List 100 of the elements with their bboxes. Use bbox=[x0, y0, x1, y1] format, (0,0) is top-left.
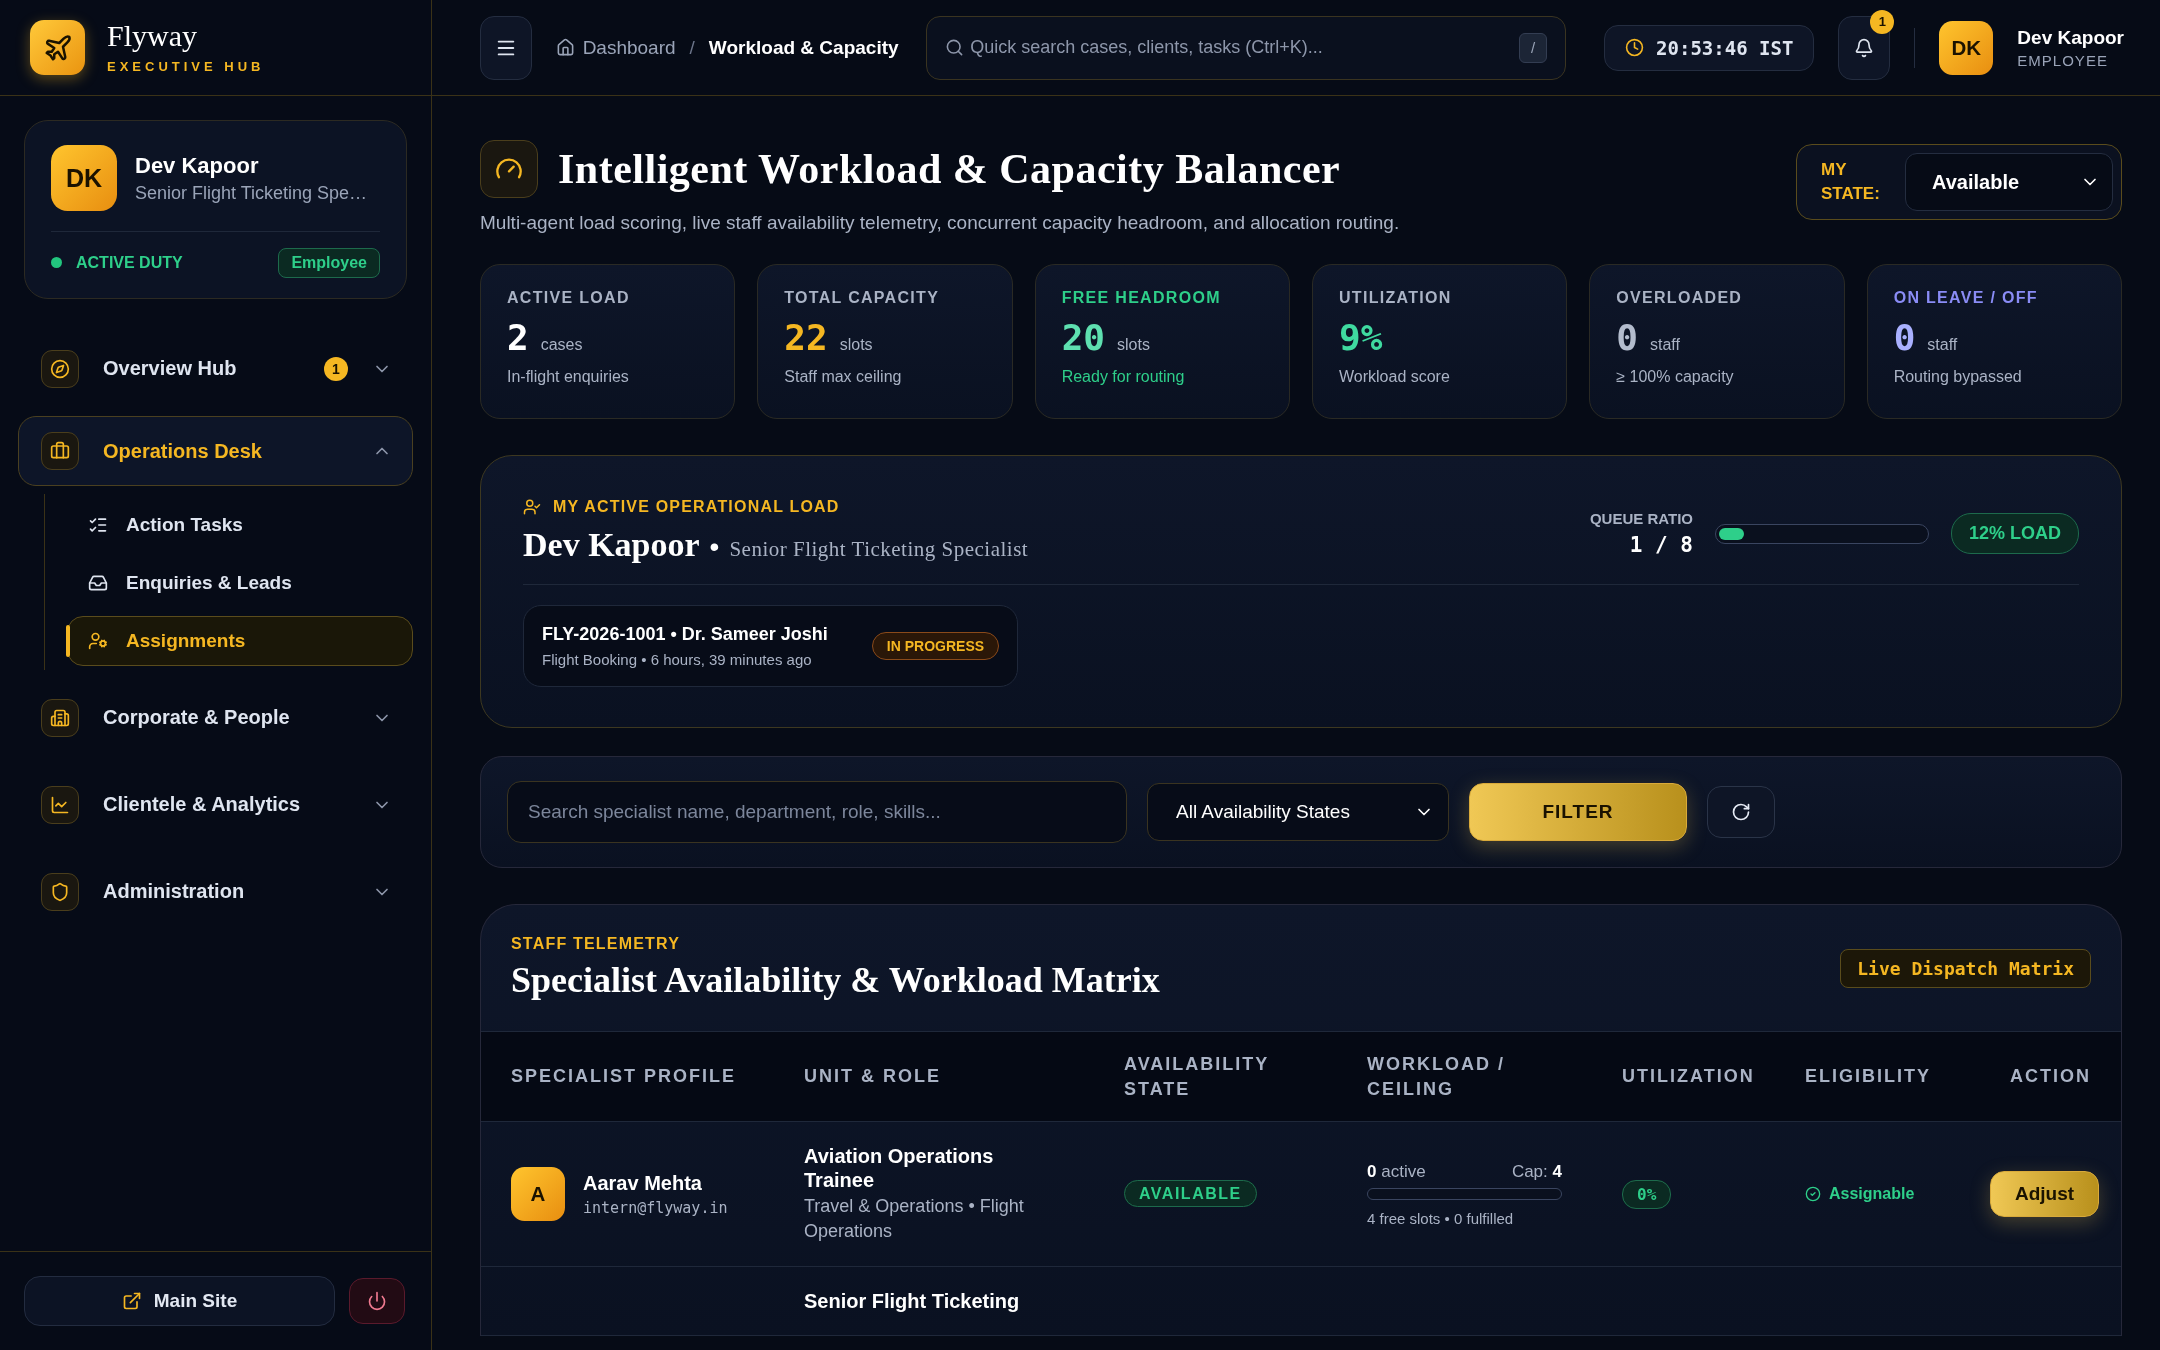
refresh-button[interactable] bbox=[1707, 786, 1775, 838]
stat-unit: staff bbox=[1650, 336, 1680, 354]
building-icon bbox=[50, 707, 70, 728]
stat-note: ≥ 100% capacity bbox=[1616, 368, 1735, 386]
logo-icon bbox=[30, 20, 85, 75]
stat-label: TOTAL CAPACITY bbox=[784, 289, 941, 307]
stat-unit: slots bbox=[839, 336, 873, 354]
matrix-title: Specialist Availability & Workload Matrix bbox=[511, 959, 1160, 1001]
menu-button[interactable] bbox=[480, 15, 532, 80]
column-header: SPECIALIST PROFILE bbox=[511, 1065, 738, 1089]
power-button[interactable] bbox=[349, 1278, 405, 1324]
search-icon bbox=[945, 38, 965, 57]
external-link-icon bbox=[121, 1291, 142, 1311]
search-field[interactable]: Quick search cases, clients, tasks (Ctrl+K)... bbox=[968, 36, 1516, 59]
specialist-search-field[interactable]: Search specialist name, department, role, skills... bbox=[507, 781, 1127, 843]
check-circle-icon bbox=[1805, 1186, 1821, 1203]
case-card[interactable]: FLY-2026-1001 • Dr. Sameer Joshi Flight Booking • 6 hours, 39 minutes ago IN PROGRESS bbox=[523, 605, 1019, 687]
tray-icon bbox=[88, 573, 108, 593]
column-header: ELIGIBILITY bbox=[1805, 1065, 1932, 1089]
profile-name: Dev Kapoor bbox=[135, 152, 260, 179]
role-title: Senior Flight Ticketing bbox=[804, 1289, 1021, 1314]
user-check-icon bbox=[523, 498, 541, 516]
search-bar[interactable]: Quick search cases, clients, tasks (Ctrl+K)... / bbox=[926, 15, 1567, 80]
unit-text: Travel & Operations • Flight Operations bbox=[804, 1195, 1025, 1244]
specialist-name: Aarav Mehta bbox=[583, 1171, 703, 1195]
stat-note: In-flight enquiries bbox=[507, 368, 630, 386]
nav-item[interactable]: Clientele & Analytics bbox=[18, 765, 413, 844]
bullet: • bbox=[709, 531, 720, 563]
nav-subitem[interactable]: Action Tasks bbox=[67, 500, 413, 550]
user-avatar: DK bbox=[1939, 20, 1994, 75]
stat-label: UTILIZATION bbox=[1339, 289, 1453, 307]
column-header: UNIT & ROLE bbox=[804, 1065, 942, 1089]
page-title: Intelligent Workload & Capacity Balancer bbox=[558, 145, 1341, 193]
role-title: Aviation Operations Trainee bbox=[804, 1144, 995, 1192]
load-badge: 12% LOAD bbox=[1950, 513, 2079, 554]
stat-value: 22 bbox=[784, 317, 828, 358]
adjust-button[interactable]: Adjust bbox=[1990, 1171, 2100, 1218]
brand-subtitle: EXECUTIVE HUB bbox=[107, 59, 265, 74]
nav-item[interactable]: Overview Hub 1 bbox=[18, 329, 413, 408]
nav-item[interactable]: Administration bbox=[18, 852, 413, 931]
stat-note: Workload score bbox=[1339, 368, 1451, 386]
utilization-badge: 0% bbox=[1622, 1179, 1672, 1209]
stat-value: 0 bbox=[1616, 317, 1638, 358]
duty-status: ACTIVE DUTY bbox=[51, 254, 183, 272]
stat-unit: slots bbox=[1117, 336, 1150, 354]
status-badge: IN PROGRESS bbox=[871, 632, 1000, 660]
user-role: EMPLOYEE bbox=[2017, 51, 2109, 69]
brand-name: Flyway bbox=[107, 21, 198, 51]
queue-label: QUEUE RATIO bbox=[1589, 510, 1693, 527]
queue-ratio: 1 / 8 bbox=[1628, 533, 1693, 557]
shortcut-key: / bbox=[1519, 32, 1548, 63]
nav-item[interactable]: Corporate & People bbox=[18, 678, 413, 757]
line-chart-icon bbox=[50, 794, 70, 815]
live-tag: Live Dispatch Matrix bbox=[1840, 948, 2091, 988]
clock: 20:53:46 IST bbox=[1604, 24, 1815, 71]
breadcrumb-link[interactable]: Workload & Capacity bbox=[708, 36, 899, 59]
specialist-email: intern@flyway.in bbox=[583, 1198, 728, 1217]
compass-icon bbox=[50, 358, 70, 379]
specialist-role: Senior Flight Ticketing Specialist bbox=[729, 537, 1029, 562]
capacity: Cap: 4 bbox=[1511, 1161, 1562, 1182]
state-label: MY STATE: bbox=[1821, 159, 1881, 205]
power-icon bbox=[367, 1291, 387, 1311]
stat-note: Staff max ceiling bbox=[784, 368, 903, 386]
briefcase-icon bbox=[50, 441, 70, 461]
main-site-button[interactable]: Main Site bbox=[24, 1276, 335, 1326]
stat-value: 20 bbox=[1061, 317, 1105, 358]
stat-label: ON LEAVE / OFF bbox=[1893, 289, 2039, 307]
breadcrumb-separator: / bbox=[689, 36, 695, 59]
nav-item[interactable]: Operations Desk bbox=[18, 416, 413, 486]
eligibility-text: Assignable bbox=[1829, 1185, 1915, 1204]
gauge-icon bbox=[480, 140, 538, 198]
column-header: UTILIZATION bbox=[1622, 1065, 1756, 1089]
stat-unit: staff bbox=[1927, 336, 1958, 354]
home-icon bbox=[555, 38, 575, 57]
specialist-name: Dev Kapoor bbox=[523, 526, 700, 564]
stat-note: Ready for routing bbox=[1061, 368, 1186, 386]
notifications-button[interactable] bbox=[1838, 15, 1891, 80]
filter-button[interactable]: FILTER bbox=[1469, 783, 1687, 841]
stat-note: Routing bypassed bbox=[1893, 368, 2023, 386]
section-label: STAFF TELEMETRY bbox=[511, 935, 682, 953]
availability-select[interactable]: All Availability States bbox=[1147, 783, 1449, 841]
avatar: DK bbox=[51, 145, 117, 211]
stat-unit: cases bbox=[540, 336, 583, 354]
active-count: 0 active bbox=[1367, 1161, 1426, 1182]
stat-label: ACTIVE LOAD bbox=[507, 289, 631, 307]
refresh-icon bbox=[1731, 802, 1751, 822]
state-select[interactable]: Available bbox=[1905, 153, 2113, 211]
breadcrumb-link[interactable]: Dashboard bbox=[555, 36, 676, 59]
nav-subitem[interactable]: Assignments bbox=[67, 616, 413, 666]
availability-badge: AVAILABLE bbox=[1124, 1180, 1257, 1208]
stat-label: OVERLOADED bbox=[1616, 289, 1744, 307]
stat-value: 9% bbox=[1339, 317, 1383, 358]
shield-icon bbox=[50, 881, 70, 902]
case-title: FLY-2026-1001 • Dr. Sameer Joshi bbox=[542, 624, 828, 645]
nav-subitem[interactable]: Enquiries & Leads bbox=[67, 558, 413, 608]
checklist-icon bbox=[88, 515, 108, 535]
column-header: WORKLOAD / CEILING bbox=[1367, 1053, 1506, 1101]
clock-icon bbox=[1625, 38, 1645, 57]
column-header: ACTION bbox=[2009, 1065, 2091, 1089]
stat-value: 2 bbox=[507, 317, 529, 358]
